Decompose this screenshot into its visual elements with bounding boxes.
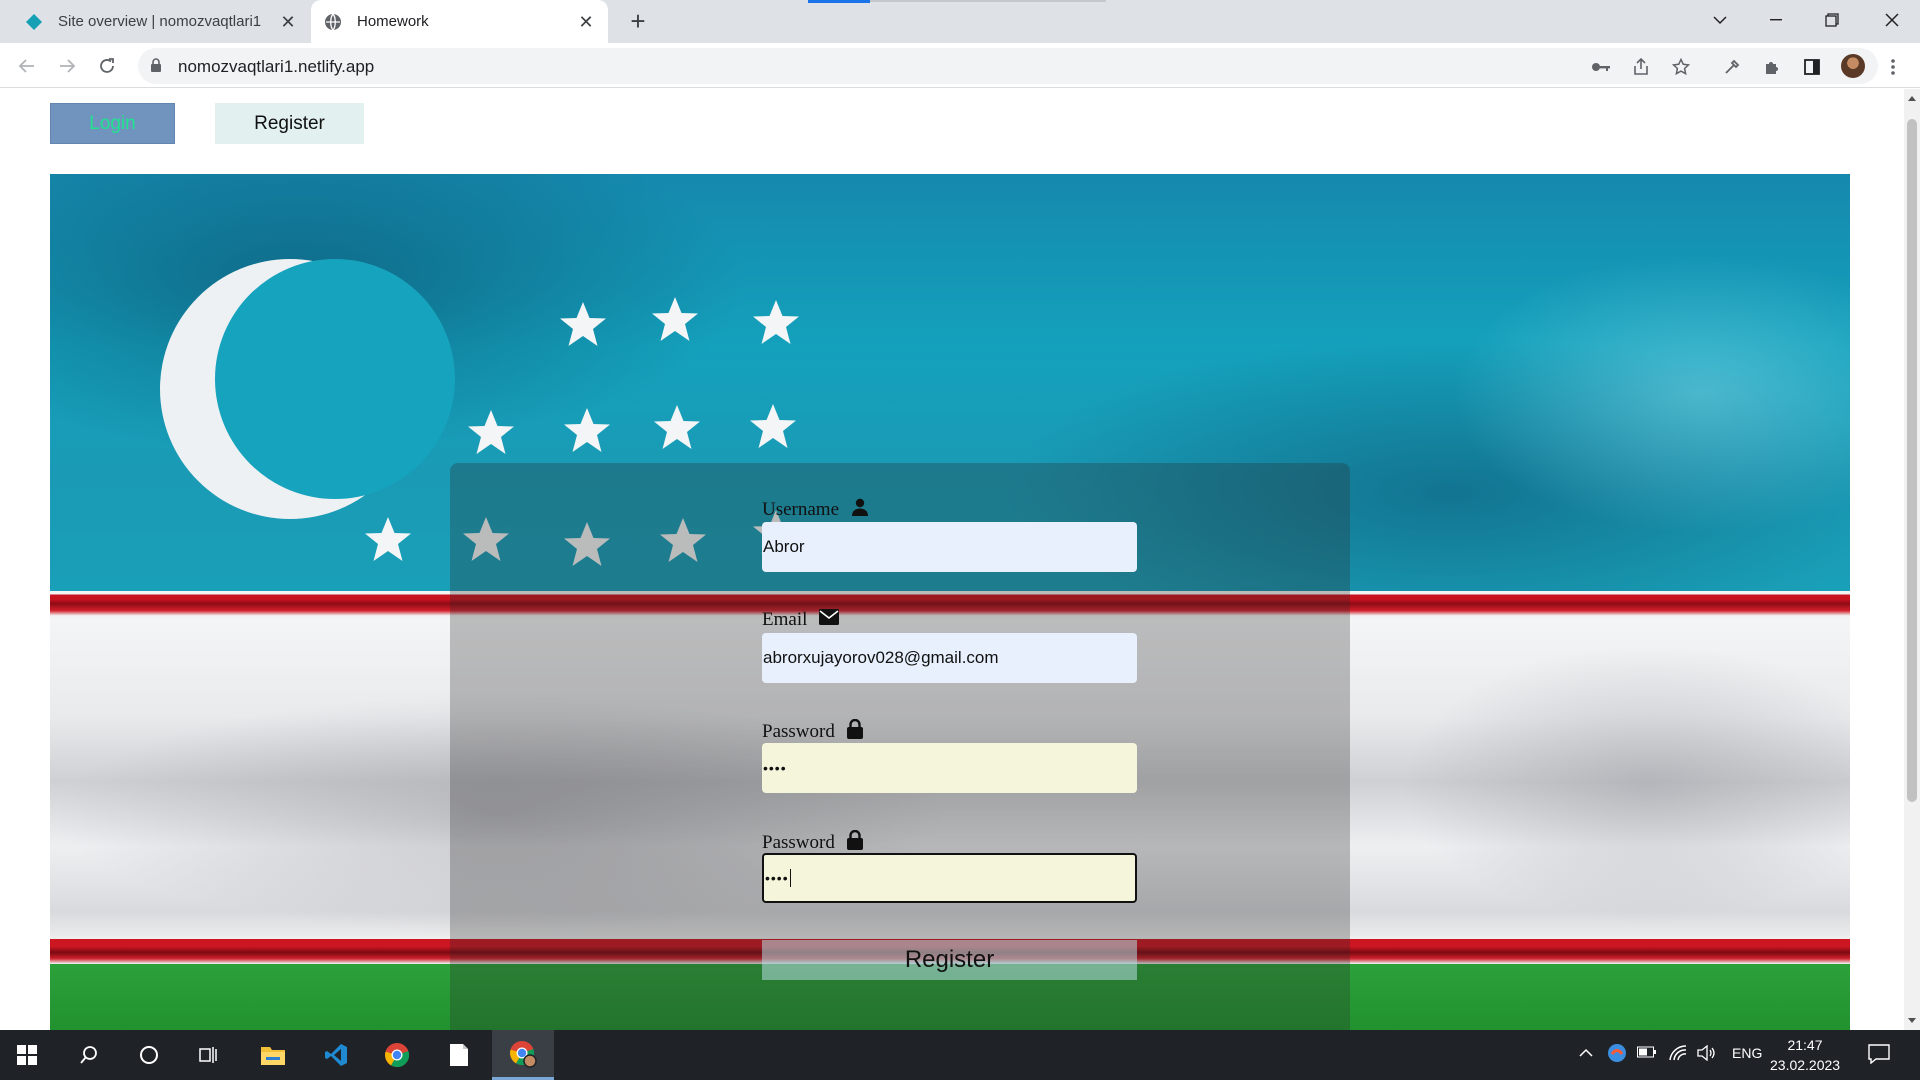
windows-start-icon[interactable] — [0, 1030, 54, 1080]
minimize-button[interactable] — [1748, 0, 1804, 40]
file-explorer-icon[interactable] — [246, 1030, 300, 1080]
tab-homework[interactable]: Homework ✕ — [311, 0, 608, 43]
language-indicator[interactable]: ENG — [1732, 1045, 1762, 1061]
confirm-password-label-text: Password — [762, 832, 835, 853]
close-tab-icon[interactable]: ✕ — [278, 12, 298, 32]
email-label-text: Email — [762, 609, 808, 630]
vscode-icon[interactable] — [309, 1030, 363, 1080]
new-tab-button[interactable]: + — [624, 8, 652, 36]
email-label: Email — [762, 609, 840, 631]
tab-loading-indicator — [808, 0, 870, 3]
username-label-text: Username — [762, 499, 840, 520]
envelope-icon — [819, 609, 840, 631]
wifi-icon[interactable] — [1669, 1045, 1687, 1064]
scroll-up-arrow-icon[interactable] — [1908, 96, 1916, 101]
cortana-icon[interactable] — [122, 1030, 176, 1080]
back-icon[interactable] — [12, 51, 42, 81]
tab-strip: Site overview | nomozvaqtlari1 ✕ Homewor… — [0, 0, 1920, 43]
system-clock[interactable]: 21:47 23.02.2023 — [1770, 1035, 1840, 1075]
netlify-icon — [24, 12, 44, 32]
chrome-profile-icon[interactable] — [492, 1030, 554, 1080]
tab-site-overview[interactable]: Site overview | nomozvaqtlari1 ✕ — [12, 0, 310, 43]
password-input[interactable]: •••• — [762, 743, 1137, 793]
battery-icon[interactable] — [1637, 1045, 1657, 1061]
edge-update-icon[interactable] — [1607, 1043, 1627, 1066]
password-label-text: Password — [762, 721, 835, 742]
tab-title: Site overview | nomozvaqtlari1 — [58, 13, 262, 30]
user-icon — [851, 498, 869, 522]
clock-time: 21:47 — [1787, 1037, 1823, 1053]
password-label: Password — [762, 718, 863, 745]
key-icon[interactable] — [1590, 56, 1612, 78]
chrome-icon[interactable] — [370, 1030, 424, 1080]
clock-date: 23.02.2023 — [1770, 1057, 1841, 1073]
share-icon[interactable] — [1630, 56, 1652, 78]
menu-dots-icon[interactable] — [1881, 55, 1905, 79]
bookmark-star-icon[interactable] — [1670, 56, 1692, 78]
side-panel-icon[interactable] — [1800, 55, 1824, 79]
profile-avatar[interactable] — [1841, 54, 1865, 78]
confirm-password-input[interactable]: •••• — [762, 853, 1137, 903]
login-nav-button[interactable]: Login — [50, 103, 175, 144]
register-nav-button[interactable]: Register — [215, 103, 364, 144]
notepad-icon[interactable] — [432, 1030, 486, 1080]
volume-icon[interactable] — [1697, 1044, 1717, 1064]
eyedropper-icon[interactable] — [1720, 55, 1744, 79]
register-submit-button[interactable]: Register — [762, 940, 1137, 980]
show-hidden-icons-icon[interactable] — [1579, 1045, 1593, 1061]
notifications-icon[interactable] — [1868, 1044, 1890, 1067]
page-scrollbar[interactable] — [1904, 89, 1920, 1030]
username-label: Username — [762, 498, 869, 522]
search-icon[interactable] — [62, 1030, 116, 1080]
tab-title: Homework — [357, 13, 429, 30]
scroll-thumb[interactable] — [1907, 119, 1917, 802]
username-input[interactable]: Abror — [762, 522, 1137, 572]
task-view-icon[interactable] — [182, 1030, 236, 1080]
extensions-icon[interactable] — [1760, 55, 1784, 79]
tab-divider — [870, 0, 1106, 2]
confirm-password-value: •••• — [765, 870, 789, 886]
text-caret — [789, 869, 791, 887]
browser-toolbar: nomozvaqtlari1.netlify.app — [0, 43, 1920, 88]
windows-taskbar: ENG 21:47 23.02.2023 — [0, 1030, 1920, 1080]
address-bar[interactable]: nomozvaqtlari1.netlify.app — [138, 48, 1878, 84]
close-window-button[interactable] — [1864, 0, 1920, 40]
url-text: nomozvaqtlari1.netlify.app — [178, 57, 375, 76]
tab-search-icon[interactable] — [1692, 0, 1748, 40]
lock-icon — [846, 718, 863, 745]
reload-icon[interactable] — [92, 51, 122, 81]
close-tab-icon[interactable]: ✕ — [576, 12, 596, 32]
lock-icon[interactable] — [150, 57, 162, 78]
email-input[interactable]: abrorxujayorov028@gmail.com — [762, 633, 1137, 683]
scroll-down-arrow-icon[interactable] — [1908, 1018, 1916, 1023]
forward-icon[interactable] — [52, 51, 82, 81]
restore-button[interactable] — [1804, 0, 1860, 40]
globe-icon — [323, 12, 343, 32]
